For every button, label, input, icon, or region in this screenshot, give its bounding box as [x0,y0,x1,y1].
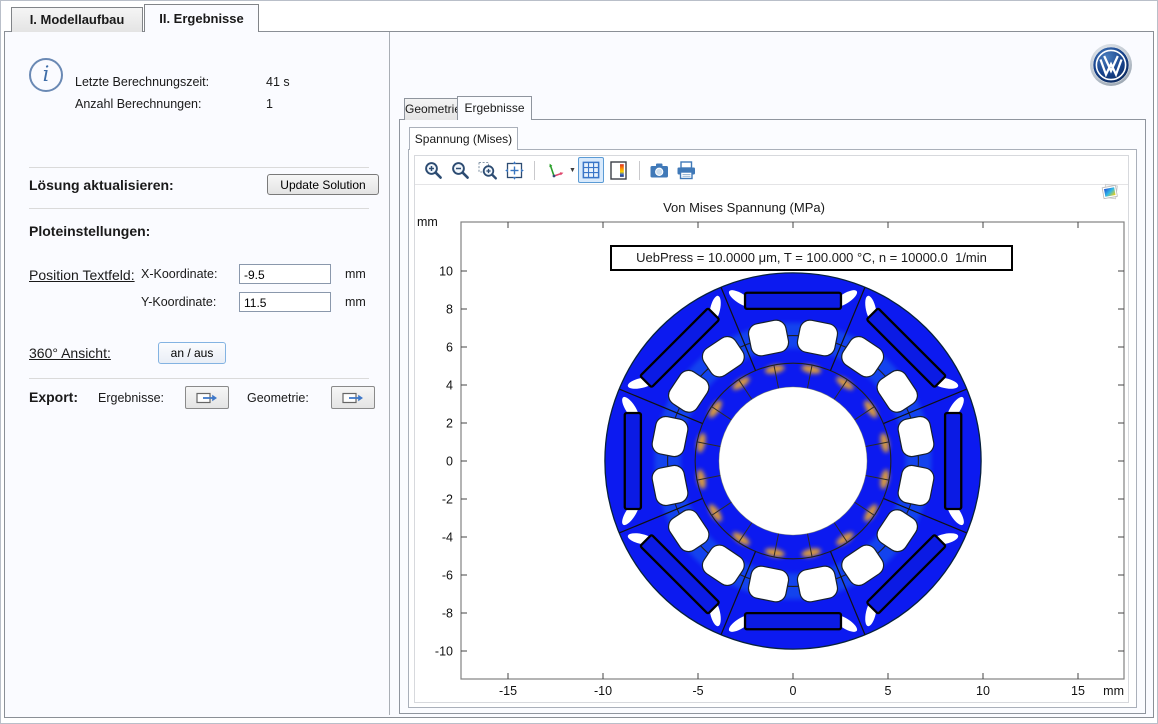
y-coordinate-label: Y-Koordinate: [141,295,216,309]
tab-ergebnisse[interactable]: II. Ergebnisse [144,4,259,32]
export-icon [342,391,364,405]
textfield-position-label: Position Textfeld: [29,267,135,283]
divider [29,167,369,168]
y-coordinate-unit: mm [345,295,366,309]
last-computation-label: Letzte Berechnungszeit: [75,75,209,89]
svg-text:-5: -5 [692,684,703,698]
tab-modellaufbau[interactable]: I. Modellaufbau [11,7,143,32]
view-360-label: 360° Ansicht: [29,345,111,361]
svg-text:10: 10 [439,265,453,279]
export-geometry-label: Geometrie: [247,391,309,405]
svg-text:-2: -2 [442,493,453,507]
plot-group-icon[interactable] [1100,182,1120,202]
divider [29,208,369,209]
plot-settings-heading: Ploteinstellungen: [29,223,150,239]
svg-text:mm: mm [417,215,438,229]
computation-count-value: 1 [266,97,273,111]
stress-plot[interactable]: -15 -10 -5 0 5 10 15 10 8 6 4 2 0 -2 -4 -6 -8 -10 mm mm [415,156,1128,702]
svg-text:0: 0 [446,455,453,469]
svg-text:10: 10 [976,684,990,698]
svg-text:2: 2 [446,417,453,431]
info-icon: i [29,58,63,92]
panel-divider [389,32,390,715]
tab-results-ergebnisse[interactable]: Ergebnisse [457,96,532,120]
plot-annotation-textbox[interactable]: UebPress = 10.0000 μm, T = 100.000 °C, n… [610,245,1013,271]
svg-text:-6: -6 [442,569,453,583]
divider [29,378,369,379]
svg-text:-15: -15 [499,684,517,698]
export-results-label: Ergebnisse: [98,391,164,405]
svg-text:15: 15 [1071,684,1085,698]
svg-text:4: 4 [446,379,453,393]
svg-text:-4: -4 [442,531,453,545]
export-geometry-button[interactable] [331,386,375,409]
graphics-canvas[interactable]: -15 -10 -5 0 5 10 15 10 8 6 4 2 0 -2 -4 -6 -8 -10 mm mm [414,155,1129,703]
svg-text:-8: -8 [442,607,453,621]
x-coordinate-input[interactable] [239,264,331,284]
svg-text:-10: -10 [594,684,612,698]
application-window: I. Modellaufbau II. Ergebnisse i Letzte … [0,0,1158,724]
y-coordinate-input[interactable] [239,292,331,312]
tab-spannung-mises[interactable]: Spannung (Mises) [409,127,518,150]
export-icon [196,391,218,405]
tab-geometrie[interactable]: Geometrie [404,98,458,120]
x-coordinate-label: X-Koordinate: [141,267,217,281]
computation-count-label: Anzahl Berechnungen: [75,97,201,111]
svg-text:0: 0 [790,684,797,698]
info-icon-glyph: i [43,62,50,86]
svg-text:5: 5 [885,684,892,698]
plot-title: Von Mises Spannung (MPa) [663,200,825,215]
x-coordinate-unit: mm [345,267,366,281]
svg-text:mm: mm [1103,684,1124,698]
last-computation-value: 41 s [266,75,290,89]
update-solution-button[interactable]: Update Solution [267,174,379,195]
export-label: Export: [29,389,78,405]
svg-text:-10: -10 [435,645,453,659]
export-results-button[interactable] [185,386,229,409]
update-solution-label: Lösung aktualisieren: [29,177,174,193]
svg-text:6: 6 [446,341,453,355]
svg-text:8: 8 [446,303,453,317]
vw-logo [1089,43,1133,87]
view-360-toggle-button[interactable]: an / aus [158,342,226,364]
